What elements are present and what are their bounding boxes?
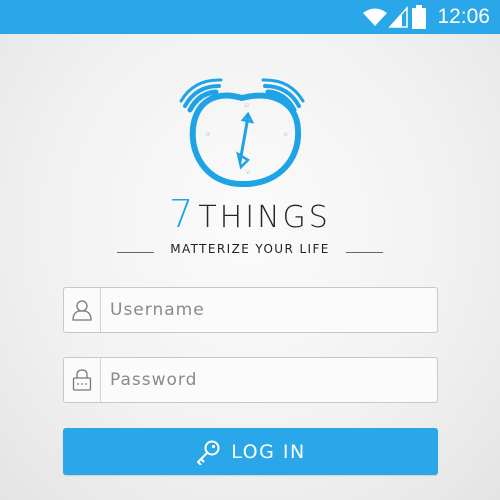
username-input[interactable] [110,288,430,332]
password-field[interactable] [63,357,438,403]
status-time: 12:06 [437,5,490,28]
brand-name: THINGS [198,200,331,235]
app-logo: 12 IX III VI [0,70,500,270]
lock-icon [72,369,92,391]
password-icon-cell [64,358,101,402]
wifi-icon [363,8,387,26]
status-bar: 12:06 [0,0,500,34]
alarm-clock-icon: 12 IX III VI [179,78,305,188]
user-icon [72,300,92,321]
tagline-row: MATTERIZE YOUR LIFE [0,242,500,262]
login-button[interactable]: LOG IN [63,428,438,475]
svg-text:IX: IX [206,132,210,137]
svg-text:VI: VI [246,170,250,175]
svg-text:12: 12 [244,103,250,108]
key-icon [197,440,220,465]
svg-text:III: III [284,132,288,137]
brand-title: 7THINGS [0,192,500,236]
password-input[interactable] [110,358,430,402]
brand-number: 7 [169,192,197,236]
tagline: MATTERIZE YOUR LIFE [170,242,330,256]
login-button-label: LOG IN [231,440,306,463]
signal-icon [388,6,408,28]
login-button-content: LOG IN [63,428,438,475]
username-icon-cell [64,288,101,332]
username-field[interactable] [63,287,438,333]
battery-icon [412,5,426,29]
divider-right [346,252,383,253]
